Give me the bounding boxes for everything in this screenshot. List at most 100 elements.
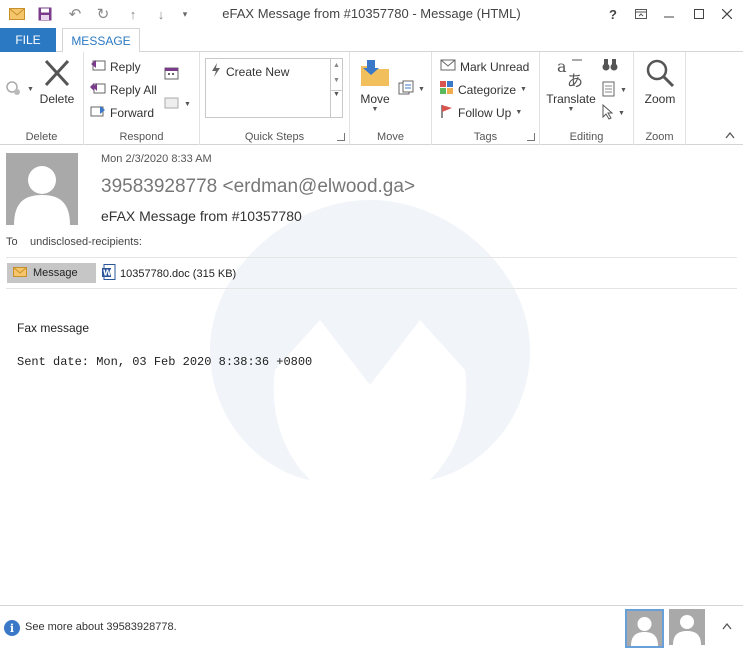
watermark-logo [200,190,540,490]
attachment-file-name: 10357780.doc (315 KB) [120,267,237,280]
chevron-down-icon: ▼ [515,109,523,116]
mark-unread-icon [440,58,456,75]
related-button[interactable]: ▼ [602,81,627,100]
chevron-down-icon: ▼ [567,106,575,113]
info-icon: i [4,620,20,636]
help-button[interactable]: ? [600,4,626,24]
chevron-down-icon: ▼ [27,86,34,93]
more-respond-button[interactable]: ▼ [164,96,191,113]
sender-name[interactable]: 39583928778 <erdman@elwood.ga> [101,176,415,198]
delete-label: Delete [39,92,75,106]
chevron-down-icon: ▼ [371,106,379,113]
move-label: Move [360,92,390,106]
forward-icon [90,104,106,121]
svg-text:あ: あ [567,71,583,90]
zoom-button[interactable]: Zoom [638,58,682,106]
group-label-move: Move [377,131,404,143]
reply-all-button[interactable]: Reply All [90,81,157,98]
attachment-file[interactable]: W 10357780.doc (315 KB) [102,264,236,283]
select-button[interactable]: ▼ [602,103,625,123]
tab-file[interactable]: FILE [0,28,56,52]
ignore-icon [5,80,23,99]
header-divider [6,257,737,258]
tab-message[interactable]: MESSAGE [62,28,140,53]
group-label-zoom: Zoom [645,131,674,143]
ribbon-display-options-icon[interactable] [628,4,654,24]
categorize-icon [440,81,454,98]
ribbon: ▼ Delete Delete Reply Reply All Forward … [0,52,743,145]
forward-button[interactable]: Forward [90,104,154,121]
quick-steps-group: Create New ▲ ▼ ▼ Quick Steps [200,52,350,145]
reply-icon [90,58,106,75]
expand-gallery-icon[interactable]: ▼ [331,90,342,98]
related-icon [602,81,616,100]
reply-label: Reply [110,59,141,74]
delete-group: ▼ Delete Delete [0,52,84,145]
respond-group: Reply Reply All Forward ▼ Respond [84,52,200,145]
meeting-icon [164,66,180,83]
people-avatar-selected[interactable] [625,609,664,648]
dialog-launcher-icon[interactable] [527,133,535,141]
chevron-down-icon: ▼ [184,101,191,108]
svg-text:W: W [103,269,112,278]
create-new-quick-step[interactable]: Create New [210,63,289,80]
sent-date: Mon 2/3/2020 8:33 AM [101,153,212,165]
body-text-line: Fax message [17,321,90,335]
expand-people-pane-icon[interactable] [722,622,732,632]
translate-icon: aあ [544,56,598,92]
move-group: Move ▼ ▼ Move [350,52,432,145]
envelope-icon [13,266,27,280]
create-new-label: Create New [226,64,290,79]
find-button[interactable] [602,58,618,75]
mark-unread-label: Mark Unread [460,59,530,74]
dialog-launcher-icon[interactable] [337,133,345,141]
mark-unread-button[interactable]: Mark Unread [440,58,529,75]
message-subject: eFAX Message from #10357780 [101,208,302,224]
sender-avatar [6,153,78,225]
to-recipients[interactable]: undisclosed-recipients: [30,236,142,248]
message-tab-label: Message [33,267,78,279]
categorize-label: Categorize [458,82,517,97]
meeting-reply-button[interactable] [164,66,180,83]
reply-all-icon [90,81,106,98]
delete-icon [36,58,78,92]
follow-up-button[interactable]: Follow Up ▼ [440,104,522,121]
categorize-button[interactable]: Categorize ▼ [440,81,527,98]
see-more-link[interactable]: See more about 39583928778. [25,621,177,633]
scroll-up-icon[interactable]: ▲ [331,62,342,69]
minimize-icon[interactable] [656,4,682,24]
move-button[interactable]: Move ▼ [356,58,394,113]
people-pane: i See more about 39583928778. [0,605,743,649]
ignore-button[interactable]: ▼ [5,80,34,99]
translate-label: Translate [546,92,596,106]
scroll-down-icon[interactable]: ▼ [331,77,342,84]
title-bar: ↶ ↻ ↑ ↓ ▾ eFAX Message from #10357780 - … [0,0,743,28]
attachment-divider [6,288,737,289]
quick-steps-scrollbar[interactable]: ▲ ▼ ▼ [330,59,342,117]
delete-button[interactable]: Delete [36,58,78,106]
translate-button[interactable]: aあ Translate ▼ [544,56,598,113]
collapse-ribbon-icon[interactable] [725,131,735,142]
follow-up-label: Follow Up [458,105,512,120]
group-label-quick-steps: Quick Steps [244,131,305,143]
close-icon[interactable] [714,4,740,24]
zoom-group: Zoom Zoom [634,52,686,145]
forward-label: Forward [110,105,155,120]
chevron-down-icon: ▼ [520,86,527,93]
people-avatar[interactable] [669,609,705,645]
svg-text:a: a [557,57,567,76]
quick-steps-gallery: Create New ▲ ▼ ▼ [205,58,343,118]
flag-icon [440,104,454,121]
ribbon-tabs: FILE MESSAGE [0,28,743,53]
message-attachment-tab[interactable]: Message [7,263,96,283]
folder-icon [356,58,394,92]
rules-button[interactable]: ▼ [398,80,425,99]
tags-group: Mark Unread Categorize ▼ Follow Up ▼ Tag… [432,52,540,145]
maximize-icon[interactable] [686,4,712,24]
chevron-down-icon: ▼ [620,87,627,94]
group-label-tags: Tags [473,131,498,143]
chevron-down-icon: ▼ [618,110,625,117]
reply-button[interactable]: Reply [90,58,141,75]
group-label-delete: Delete [25,131,58,143]
group-label-respond: Respond [119,131,164,143]
